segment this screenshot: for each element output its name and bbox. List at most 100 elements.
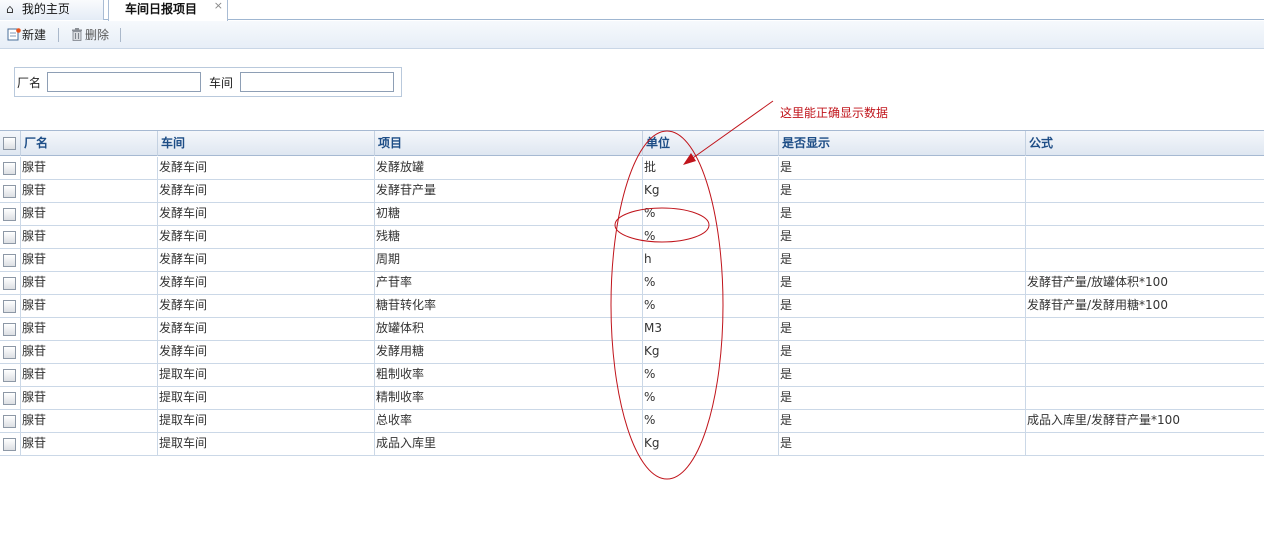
cell-workshop: 发酵车间: [157, 341, 374, 364]
delete-button[interactable]: 删除: [70, 26, 109, 44]
row-checkbox[interactable]: [3, 438, 16, 451]
cell-factory: 腺苷: [20, 433, 157, 456]
cell-formula: [1025, 364, 1264, 387]
workshop-input[interactable]: [240, 72, 394, 92]
cell-formula: [1025, 249, 1264, 272]
toolbar-divider: [58, 28, 59, 42]
cell-item: 发酵苷产量: [374, 180, 642, 203]
row-checkbox[interactable]: [3, 208, 16, 221]
column-header-workshop[interactable]: 车间: [157, 131, 374, 156]
column-header-factory[interactable]: 厂名: [20, 131, 157, 156]
cell-factory: 腺苷: [20, 157, 157, 180]
cell-display: 是: [778, 295, 1025, 318]
cell-display: 是: [778, 249, 1025, 272]
row-checkbox[interactable]: [3, 369, 16, 382]
cell-factory: 腺苷: [20, 249, 157, 272]
tab-workshop-daily-items[interactable]: 车间日报项目 ×: [108, 0, 228, 21]
table-row[interactable]: 腺苷 发酵车间 糖苷转化率% 是发酵苷产量/发酵用糖*100: [0, 295, 1264, 318]
column-header-item[interactable]: 项目: [374, 131, 642, 156]
factory-label: 厂名: [17, 76, 42, 90]
tab-active-label: 车间日报项目: [125, 2, 198, 16]
cell-unit: Kg: [642, 341, 778, 364]
cell-workshop: 提取车间: [157, 410, 374, 433]
cell-formula: [1025, 180, 1264, 203]
row-checkbox[interactable]: [3, 346, 16, 359]
filter-form: 厂名 车间: [14, 67, 402, 97]
row-checkbox[interactable]: [3, 162, 16, 175]
cell-display: 是: [778, 387, 1025, 410]
cell-workshop: 发酵车间: [157, 226, 374, 249]
cell-display: 是: [778, 203, 1025, 226]
cell-item: 精制收率: [374, 387, 642, 410]
row-checkbox[interactable]: [3, 300, 16, 313]
cell-display: 是: [778, 433, 1025, 456]
table-row[interactable]: 腺苷 提取车间 成品入库里 Kg 是: [0, 433, 1264, 456]
cell-formula: [1025, 341, 1264, 364]
cell-workshop: 发酵车间: [157, 295, 374, 318]
cell-factory: 腺苷: [20, 295, 157, 318]
row-checkbox[interactable]: [3, 323, 16, 336]
cell-factory: 腺苷: [20, 203, 157, 226]
cell-formula: [1025, 203, 1264, 226]
table-row[interactable]: 腺苷 发酵车间 放罐体积 M3 是: [0, 318, 1264, 341]
cell-item: 放罐体积: [374, 318, 642, 341]
factory-input[interactable]: [47, 72, 201, 92]
table-row[interactable]: 腺苷 发酵车间 发酵放罐批是: [0, 157, 1264, 180]
cell-unit: %: [642, 387, 778, 410]
cell-factory: 腺苷: [20, 180, 157, 203]
cell-item: 成品入库里: [374, 433, 642, 456]
table-row[interactable]: 腺苷 发酵车间 残糖% 是: [0, 226, 1264, 249]
select-all-checkbox[interactable]: [3, 137, 16, 150]
row-checkbox[interactable]: [3, 392, 16, 405]
cell-unit: Kg: [642, 433, 778, 456]
cell-display: 是: [778, 410, 1025, 433]
table-row[interactable]: 腺苷 提取车间 总收率% 是成品入库里/发酵苷产量*100: [0, 410, 1264, 433]
cell-item: 粗制收率: [374, 364, 642, 387]
row-checkbox[interactable]: [3, 415, 16, 428]
cell-workshop: 发酵车间: [157, 157, 374, 180]
column-header-display[interactable]: 是否显示: [778, 131, 1025, 156]
table-row[interactable]: 腺苷 发酵车间 周期 h 是: [0, 249, 1264, 272]
new-button[interactable]: 新建: [7, 26, 46, 44]
table-row[interactable]: 腺苷 提取车间 精制收率% 是: [0, 387, 1264, 410]
row-checkbox[interactable]: [3, 254, 16, 267]
cell-unit: M3: [642, 318, 778, 341]
cell-display: 是: [778, 364, 1025, 387]
tab-home-label: 我的主页: [21, 2, 70, 16]
close-icon[interactable]: ×: [214, 0, 223, 15]
cell-formula: 发酵苷产量/发酵用糖*100: [1025, 295, 1264, 318]
cell-formula: [1025, 226, 1264, 249]
cell-workshop: 发酵车间: [157, 180, 374, 203]
cell-item: 发酵用糖: [374, 341, 642, 364]
row-checkbox[interactable]: [3, 185, 16, 198]
cell-unit: h: [642, 249, 778, 272]
toolbar-divider: [120, 28, 121, 42]
row-checkbox[interactable]: [3, 277, 16, 290]
cell-item: 总收率: [374, 410, 642, 433]
cell-item: 残糖: [374, 226, 642, 249]
cell-workshop: 发酵车间: [157, 249, 374, 272]
column-header-formula[interactable]: 公式: [1025, 131, 1264, 156]
cell-workshop: 提取车间: [157, 433, 374, 456]
table-row[interactable]: 腺苷 发酵车间 发酵苷产量 Kg 是: [0, 180, 1264, 203]
cell-unit: %: [642, 295, 778, 318]
row-checkbox[interactable]: [3, 231, 16, 244]
cell-workshop: 发酵车间: [157, 203, 374, 226]
table-row[interactable]: 腺苷 发酵车间 初糖% 是: [0, 203, 1264, 226]
cell-item: 产苷率: [374, 272, 642, 295]
cell-display: 是: [778, 226, 1025, 249]
table-row[interactable]: 腺苷 发酵车间 产苷率% 是发酵苷产量/放罐体积*100: [0, 272, 1264, 295]
new-button-label: 新建: [22, 28, 47, 42]
cell-display: 是: [778, 272, 1025, 295]
cell-display: 是: [778, 341, 1025, 364]
table-row[interactable]: 腺苷 发酵车间 发酵用糖 Kg 是: [0, 341, 1264, 364]
table-row[interactable]: 腺苷 提取车间 粗制收率% 是: [0, 364, 1264, 387]
column-header-unit[interactable]: 单位: [642, 131, 778, 156]
cell-formula: [1025, 433, 1264, 456]
cell-formula: 发酵苷产量/放罐体积*100: [1025, 272, 1264, 295]
new-document-icon: [7, 28, 21, 41]
cell-factory: 腺苷: [20, 226, 157, 249]
cell-unit: %: [642, 364, 778, 387]
cell-formula: [1025, 318, 1264, 341]
tab-home[interactable]: ⌂ 我的主页: [0, 0, 104, 20]
